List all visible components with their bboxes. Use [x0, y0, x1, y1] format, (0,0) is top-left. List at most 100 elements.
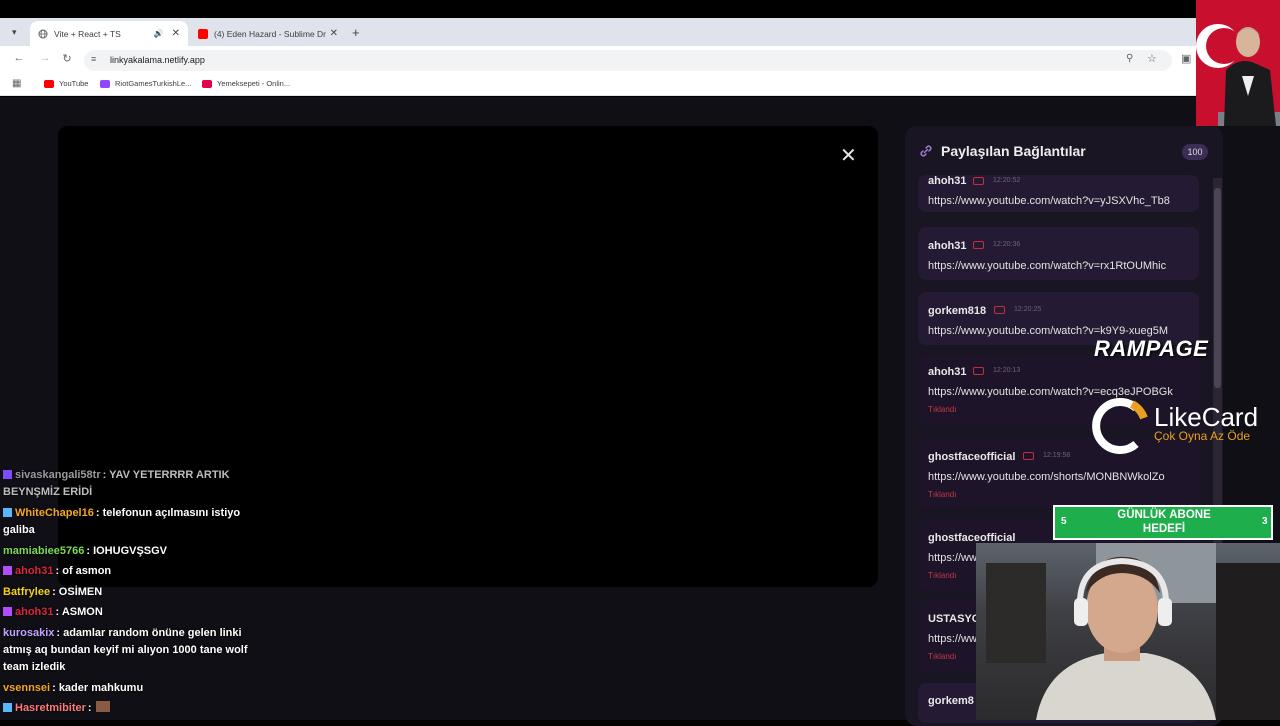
rampage-logo: RAMPAGE — [1094, 336, 1209, 361]
chat-message: sivaskangali58tr: YAV YETERRRR ARTIK BEY… — [3, 467, 253, 501]
chat-text: : ASMON — [55, 606, 103, 618]
bookmark-youtube[interactable]: YouTube — [44, 79, 88, 88]
speaker-icon[interactable]: 🔊 — [154, 29, 164, 38]
link-username: gorkem8 — [928, 695, 974, 707]
webcam-feed — [976, 543, 1280, 720]
likecard-slogan: Çok Oyna Az Öde — [1154, 429, 1251, 443]
bookmark-label: RiotGamesTurkishLe... — [115, 79, 192, 88]
youtube-icon — [1023, 452, 1034, 460]
panel-title: Paylaşılan Bağlantılar — [941, 143, 1086, 159]
extensions-icon[interactable]: ▣ — [1181, 52, 1191, 65]
close-icon[interactable]: ✕ — [840, 143, 857, 168]
link-time: 12:20:25 — [1014, 306, 1042, 313]
tab-vite-react[interactable]: Vite + React + TS 🔊 ✕ — [30, 21, 188, 46]
chat-username: Batfrylee — [3, 586, 51, 598]
bookmark-riotgames[interactable]: RiotGamesTurkishLe... — [100, 79, 191, 88]
tab-youtube-video[interactable]: (4) Eden Hazard - Sublime Dribb ✕ — [190, 21, 346, 46]
sub-badge-icon — [3, 470, 12, 479]
close-tab-icon[interactable]: ✕ — [330, 28, 338, 39]
chat-message: Hasretmibiter: — [3, 700, 253, 717]
chat-username: WhiteChapel16 — [15, 507, 94, 519]
link-url[interactable]: https://www.youtube.com/watch?v=rx1RtOUM… — [928, 260, 1193, 272]
link-url[interactable]: https://www.youtube.com/shorts/MONBNWkol… — [928, 471, 1193, 483]
link-time: 12:19:58 — [1043, 452, 1071, 459]
youtube-icon — [198, 28, 208, 39]
youtube-icon — [994, 306, 1005, 314]
reload-button[interactable]: ↻ — [60, 52, 74, 65]
link-username: gorkem818 — [928, 305, 987, 317]
url-text[interactable]: linkyakalama.netlify.app — [110, 55, 205, 65]
link-username: ahoh31 — [928, 366, 967, 378]
bookmark-label: YouTube — [59, 79, 89, 88]
link-url[interactable]: https://www.youtube.com/watch?v=yJSXVhc_… — [928, 195, 1193, 207]
tab-label: (4) Eden Hazard - Sublime Dribb — [214, 28, 326, 39]
zoom-icon[interactable]: ⚲ — [1126, 53, 1133, 64]
link-count-badge: 100 — [1182, 144, 1208, 160]
link-username: ahoh31 — [928, 175, 967, 187]
chat-message: Batfrylee: OSİMEN — [3, 584, 253, 601]
chat-text: : of asmon — [55, 565, 112, 577]
link-time: 12:20:13 — [993, 367, 1021, 374]
chat-username: ahoh31 — [15, 565, 54, 577]
youtube-icon — [44, 79, 54, 88]
emote-icon — [95, 701, 110, 712]
chat-message: ahoh31: of asmon — [3, 563, 253, 580]
chat-username: Hasretmibiter — [15, 702, 86, 714]
link-username: ahoh31 — [928, 240, 967, 252]
chat-text: : kader mahkumu — [52, 682, 144, 694]
clicked-tag: Tıklandı — [928, 490, 957, 499]
youtube-icon — [973, 241, 984, 249]
scrollbar-thumb[interactable] — [1214, 188, 1221, 388]
youtube-icon — [973, 367, 984, 375]
clicked-tag: Tıklandı — [928, 652, 957, 661]
sub-badge-icon — [3, 703, 12, 712]
link-username: USTASYO — [928, 613, 981, 625]
yemeksepeti-icon — [202, 79, 212, 88]
chat-username: kurosakix — [3, 627, 55, 639]
chat-username: mamiabiee5766 — [3, 545, 85, 557]
sub-badge-icon — [3, 508, 12, 517]
chat-username: vsennsei — [3, 682, 51, 694]
forward-button[interactable]: → — [38, 52, 52, 64]
link-url[interactable]: https://ww — [928, 633, 978, 645]
back-button[interactable]: ← — [12, 52, 26, 64]
address-bar[interactable] — [84, 50, 1172, 71]
portrait-image — [1196, 0, 1280, 126]
chat-message: WhiteChapel16: telefonun açılmasını isti… — [3, 505, 253, 539]
chat-username: sivaskangali58tr — [15, 469, 101, 481]
youtube-icon — [973, 177, 984, 185]
site-info-icon[interactable]: ≡ — [91, 54, 96, 64]
chat-text: : OSİMEN — [52, 586, 103, 598]
window-top-bar — [0, 0, 1196, 18]
chat-text: : — [87, 702, 92, 714]
clicked-tag: Tıklandı — [928, 571, 957, 580]
link-url[interactable]: https://www.youtube.com/watch?v=ecq3eJPO… — [928, 386, 1193, 398]
sub-goal-target: 3 — [1262, 516, 1268, 527]
likecard-logo-icon — [1088, 398, 1148, 459]
tab-label: Vite + React + TS — [54, 28, 121, 39]
link-time: 12:20:52 — [993, 177, 1021, 184]
tab-list-chevron-icon[interactable]: ▾ — [12, 27, 17, 38]
link-username: ghostfaceofficial — [928, 451, 1016, 463]
link-url[interactable]: https://ww — [928, 552, 978, 564]
bookmark-star-icon[interactable]: ☆ — [1147, 52, 1157, 65]
sub-goal-title: GÜNLÜK ABONE HEDEFİ — [1117, 509, 1211, 535]
apps-grid-icon[interactable]: ▦ — [12, 78, 21, 89]
sub-badge-icon — [3, 566, 12, 575]
bookmark-yemeksepeti[interactable]: Yemeksepeti - Onlin... — [202, 79, 290, 88]
globe-icon — [38, 29, 48, 39]
chat-message: mamiabiee5766: IOHUGVŞSGV — [3, 543, 253, 560]
sub-badge-icon — [3, 607, 12, 616]
twitch-icon — [100, 79, 110, 88]
close-tab-icon[interactable]: ✕ — [172, 28, 180, 39]
chat-message: kurosakix: adamlar random önüne gelen li… — [3, 625, 253, 676]
chat-message: vsennsei: kader mahkumu — [3, 680, 253, 697]
new-tab-button[interactable]: + — [352, 25, 360, 40]
link-time: 12:20:36 — [993, 241, 1021, 248]
chat-message: ahoh31: ASMON — [3, 604, 253, 621]
bookmark-label: Yemeksepeti - Onlin... — [217, 79, 291, 88]
link-card[interactable] — [918, 227, 1199, 280]
clicked-tag: Tıklandı — [928, 405, 957, 414]
link-icon — [918, 143, 934, 164]
chat-text: : IOHUGVŞSGV — [86, 545, 168, 557]
